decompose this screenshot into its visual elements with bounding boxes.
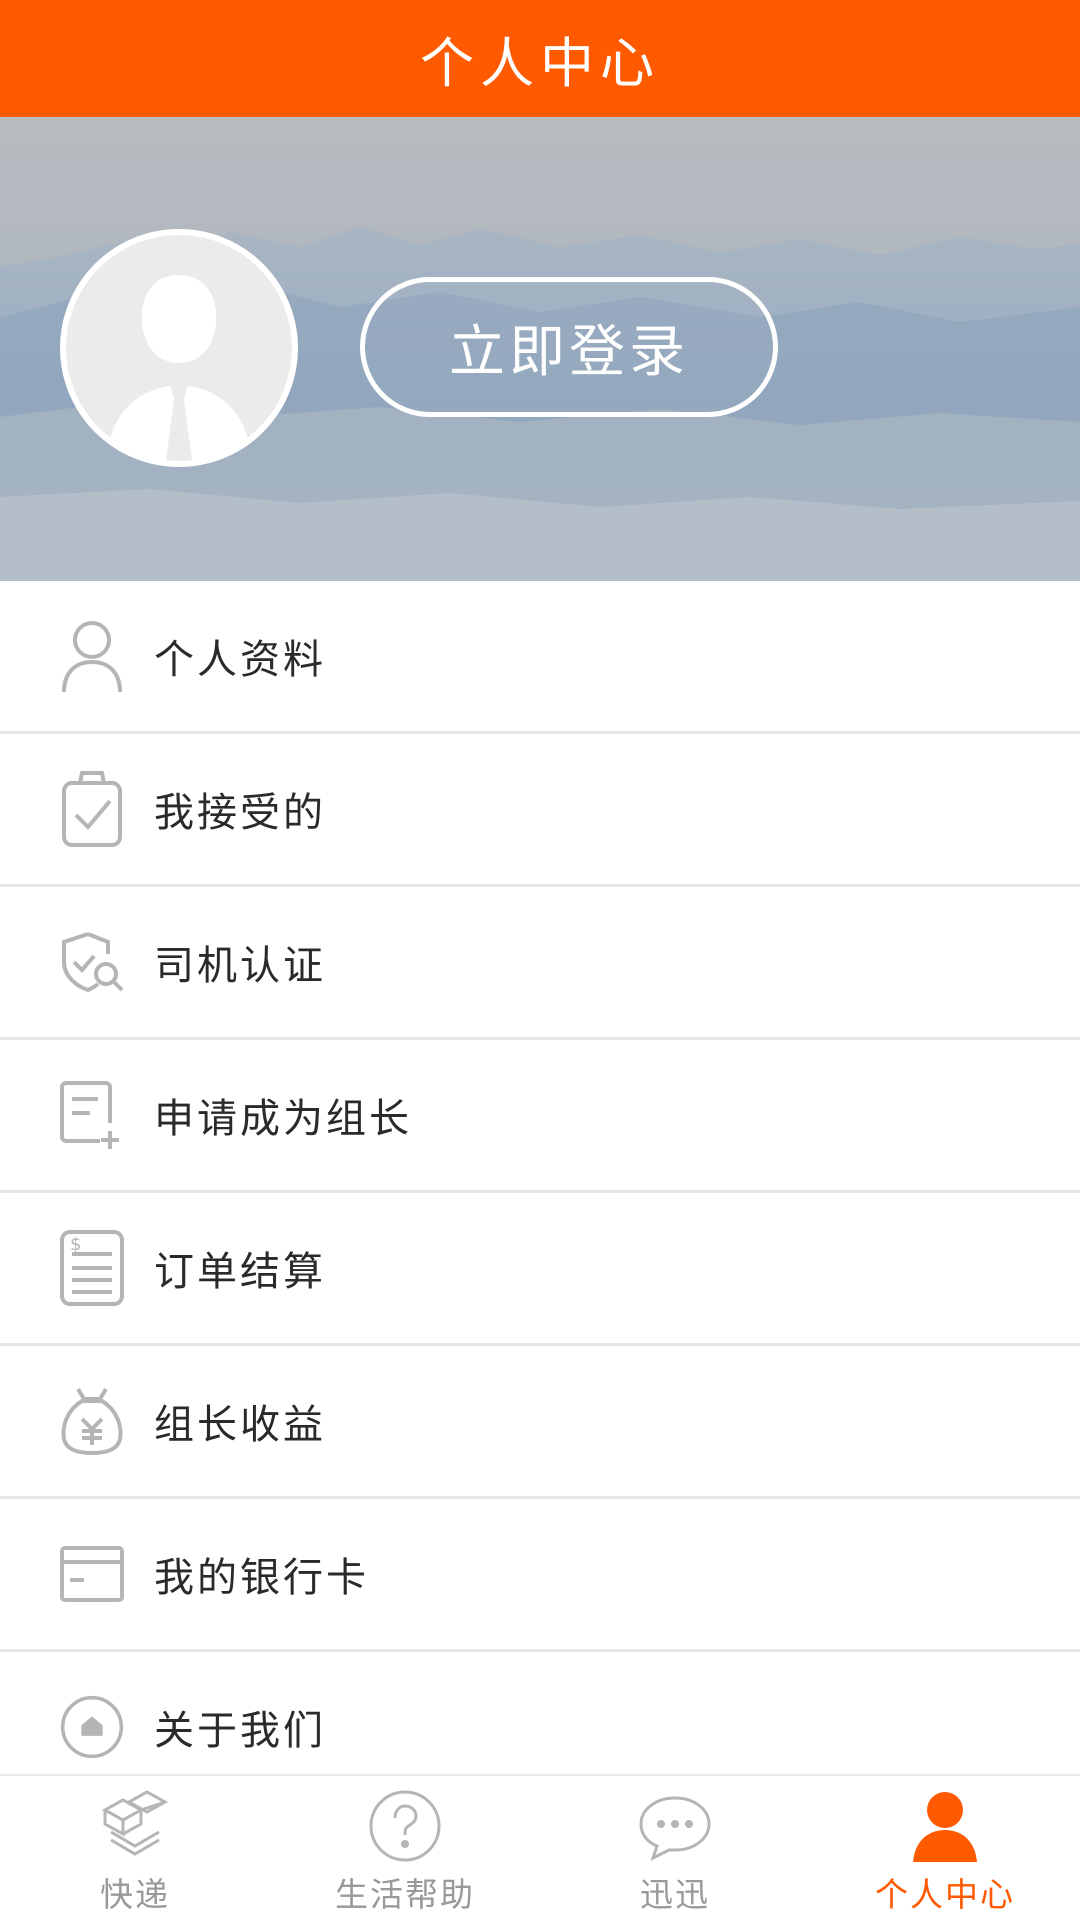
menu-item-order-settlement[interactable]: $ 订单结算 — [0, 1193, 1080, 1346]
menu-item-accepted[interactable]: 我接受的 — [0, 734, 1080, 887]
default-avatar-icon — [66, 235, 292, 461]
tab-personal-center[interactable]: 个人中心 — [810, 1776, 1080, 1922]
card-icon — [60, 1534, 124, 1614]
receipt-icon: $ — [60, 1228, 124, 1308]
money-bag-icon — [60, 1381, 124, 1461]
bottom-navigation: 快递 生活帮助 迅迅 个人中心 — [0, 1774, 1080, 1922]
person-icon — [60, 616, 124, 696]
home-circle-icon — [60, 1687, 124, 1767]
menu-item-label: 组长收益 — [154, 1402, 326, 1448]
boxes-icon — [101, 1790, 169, 1856]
login-button-label: 立即登录 — [449, 319, 689, 385]
tab-life-help[interactable]: 生活帮助 — [270, 1776, 540, 1922]
tab-label: 生活帮助 — [335, 1875, 475, 1914]
shield-search-icon — [60, 922, 124, 1002]
menu-item-bank-card[interactable]: 我的银行卡 — [0, 1499, 1080, 1652]
document-add-icon — [60, 1075, 124, 1155]
menu-item-driver-verification[interactable]: 司机认证 — [0, 887, 1080, 1040]
profile-banner: 立即登录 — [0, 117, 1080, 581]
svg-text:$: $ — [70, 1234, 81, 1255]
person-filled-icon — [913, 1792, 977, 1862]
menu-item-label: 个人资料 — [154, 637, 326, 683]
avatar[interactable] — [60, 229, 298, 467]
chat-icon — [639, 1796, 711, 1861]
menu-item-label: 订单结算 — [154, 1249, 326, 1295]
tab-label: 快递 — [100, 1875, 170, 1914]
title-bar: 个人中心 — [0, 0, 1080, 117]
tab-xunxun[interactable]: 迅迅 — [540, 1776, 810, 1922]
menu-item-label: 关于我们 — [154, 1708, 326, 1754]
menu-item-label: 我接受的 — [154, 790, 326, 836]
tab-label: 个人中心 — [875, 1875, 1015, 1914]
page-title: 个人中心 — [420, 32, 660, 95]
menu-item-label: 司机认证 — [154, 943, 326, 989]
menu-list: 个人资料 我接受的 司机认证 申请成为组长 $ 订单结算 组长收益 我的银行卡 … — [0, 581, 1080, 1805]
menu-item-leader-earnings[interactable]: 组长收益 — [0, 1346, 1080, 1499]
menu-item-label: 我的银行卡 — [154, 1555, 369, 1601]
question-icon — [369, 1790, 441, 1862]
clipboard-check-icon — [60, 769, 124, 849]
tab-express[interactable]: 快递 — [0, 1776, 270, 1922]
login-button[interactable]: 立即登录 — [360, 277, 778, 417]
tab-label: 迅迅 — [640, 1875, 710, 1914]
menu-item-profile[interactable]: 个人资料 — [0, 581, 1080, 734]
menu-item-apply-leader[interactable]: 申请成为组长 — [0, 1040, 1080, 1193]
menu-item-label: 申请成为组长 — [154, 1096, 412, 1142]
